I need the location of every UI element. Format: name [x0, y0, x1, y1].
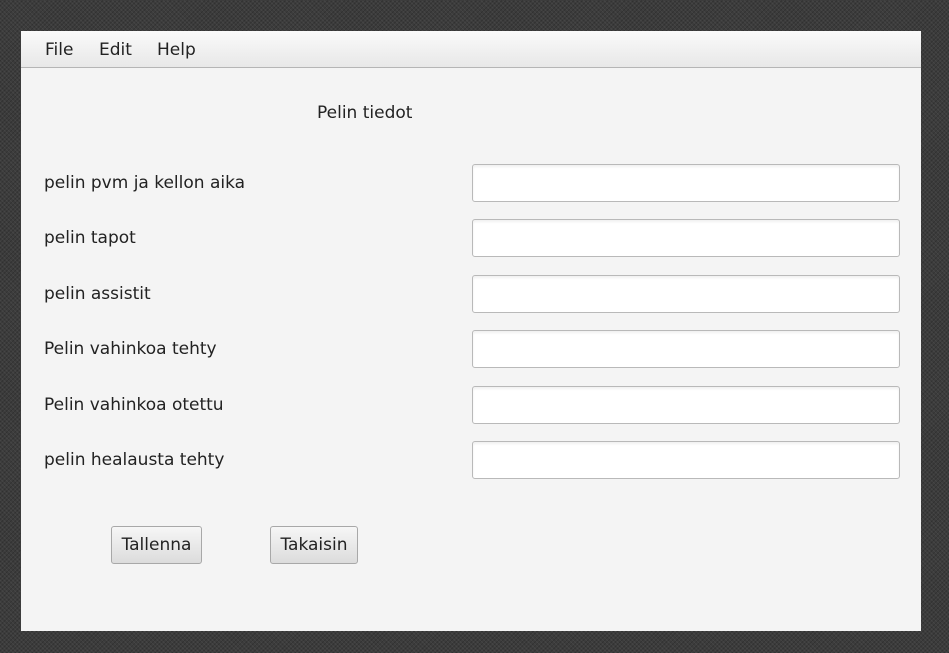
field-label-damage-taken: Pelin vahinkoa otettu: [44, 395, 224, 415]
menu-help[interactable]: Help: [157, 40, 196, 60]
menu-file[interactable]: File: [45, 40, 73, 60]
app-window: File Edit Help Pelin tiedot pelin pvm ja…: [21, 31, 921, 631]
damage-taken-input[interactable]: [472, 386, 900, 424]
form-title: Pelin tiedot: [317, 103, 413, 123]
field-label-date-time: pelin pvm ja kellon aika: [44, 173, 246, 193]
field-label-kills: pelin tapot: [44, 228, 136, 248]
kills-input[interactable]: [472, 219, 900, 257]
save-button[interactable]: Tallenna: [111, 526, 202, 564]
field-label-assists: pelin assistit: [44, 284, 151, 304]
back-button[interactable]: Takaisin: [270, 526, 358, 564]
field-label-damage-dealt: Pelin vahinkoa tehty: [44, 339, 217, 359]
healing-done-input[interactable]: [472, 441, 900, 479]
menu-bar: File Edit Help: [21, 31, 921, 68]
date-time-input[interactable]: [472, 164, 900, 202]
menu-edit[interactable]: Edit: [99, 40, 132, 60]
field-label-healing-done: pelin healausta tehty: [44, 450, 225, 470]
damage-dealt-input[interactable]: [472, 330, 900, 368]
assists-input[interactable]: [472, 275, 900, 313]
